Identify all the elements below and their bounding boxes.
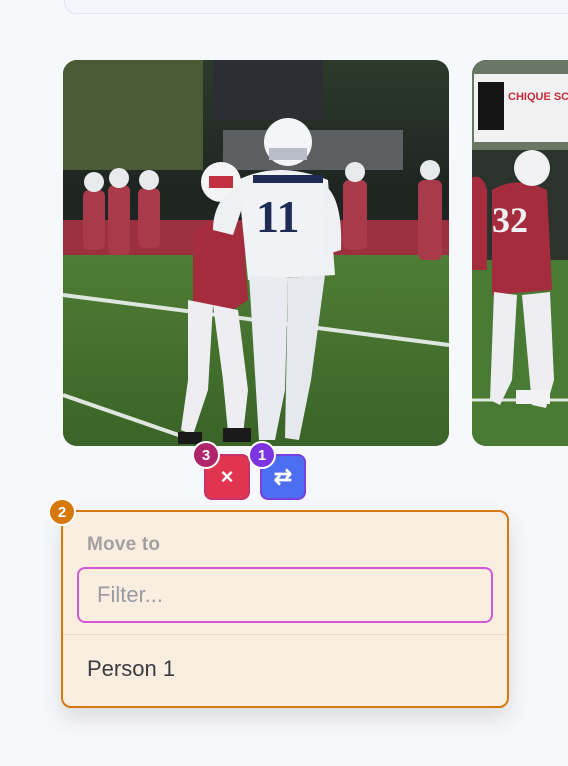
svg-text:11: 11 xyxy=(256,191,299,242)
step-badge: 1 xyxy=(248,441,276,469)
football-players-photo: 11 xyxy=(63,60,449,446)
top-panel-edge xyxy=(64,0,568,14)
banner-text: CHIQUE SCH xyxy=(508,91,568,103)
step-badge: 2 xyxy=(48,498,76,526)
menu-item-person[interactable]: Person 1 xyxy=(87,656,175,682)
step-badge: 3 xyxy=(192,441,220,469)
svg-text:32: 32 xyxy=(492,200,528,240)
menu-divider xyxy=(63,634,507,635)
filter-input[interactable] xyxy=(77,567,493,623)
menu-heading: Move to xyxy=(87,534,161,555)
football-players-photo-partial: CHIQUE SCH 32 xyxy=(472,60,568,446)
close-icon: × xyxy=(220,464,234,489)
swap-arrows-icon: ⇄ xyxy=(273,464,293,489)
move-to-menu: Move to Person 1 xyxy=(61,510,509,708)
photo-card[interactable]: CHIQUE SCH 32 xyxy=(472,60,568,446)
photo-card[interactable]: 11 xyxy=(63,60,449,446)
